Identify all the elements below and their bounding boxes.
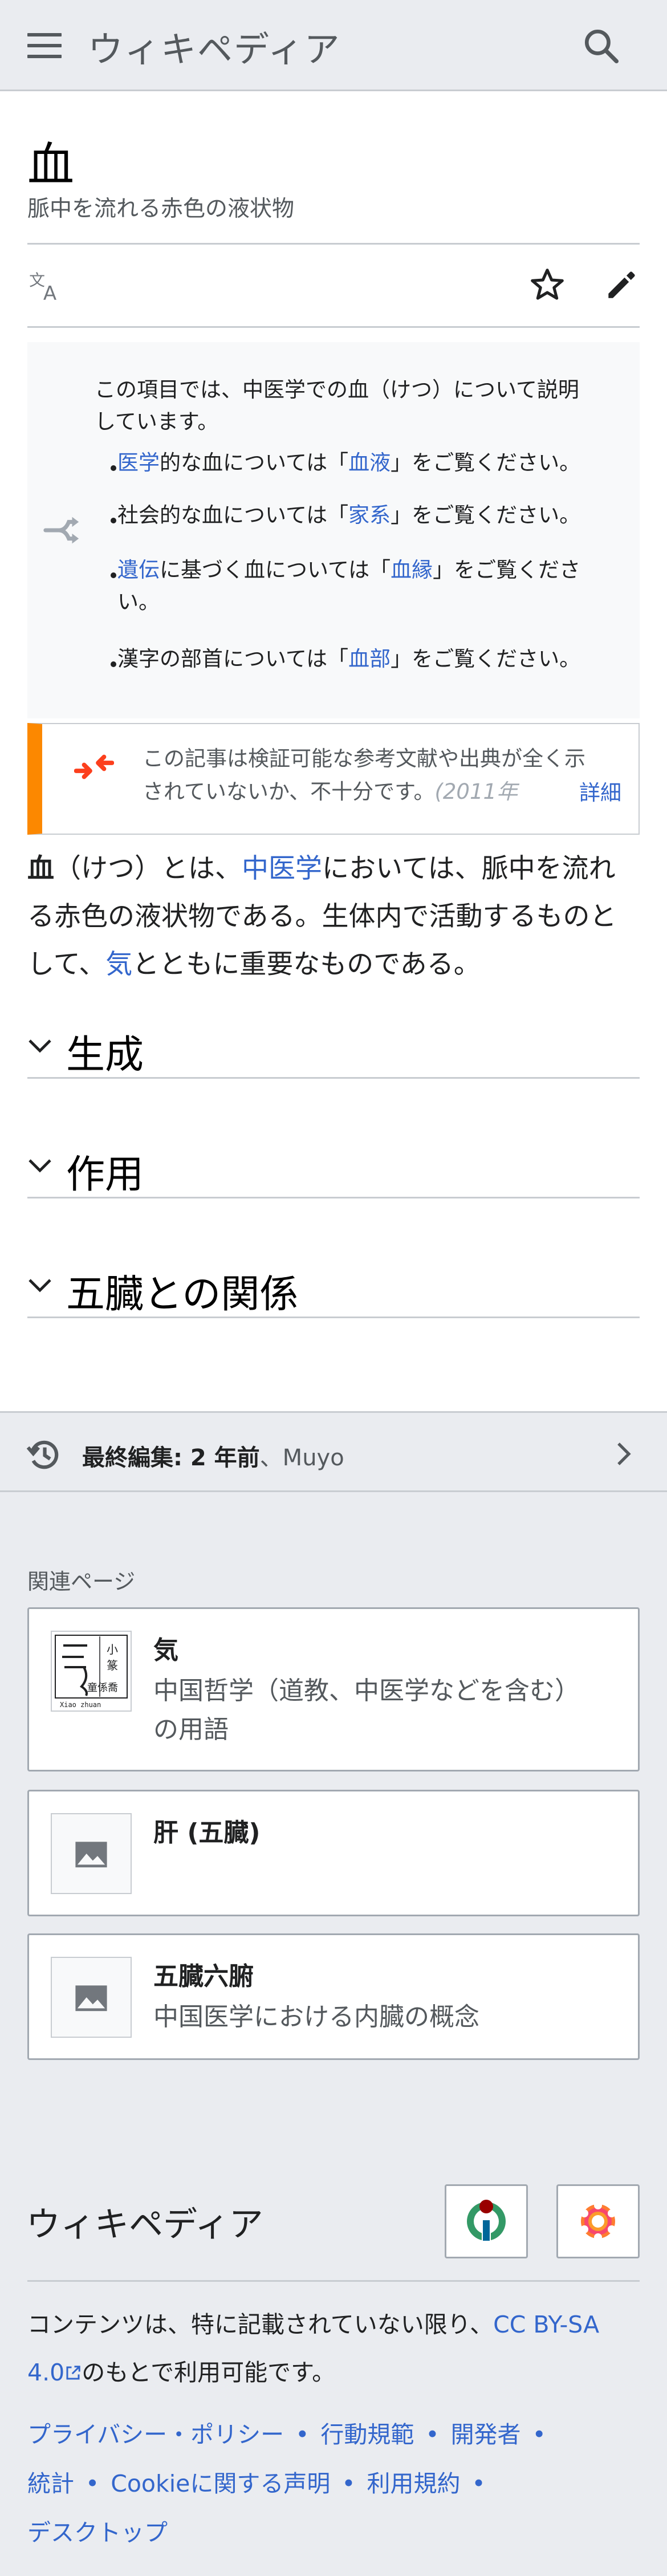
- link[interactable]: 家系: [348, 503, 391, 527]
- chevron-down-icon: [29, 1159, 51, 1173]
- link[interactable]: 血縁: [391, 558, 433, 582]
- link[interactable]: 医学: [117, 450, 160, 475]
- list-item: 社会的な血については「家系」をご覧ください。: [117, 503, 581, 527]
- footer-links: プライバシー・ポリシー • 行動規範 • 開発者 • 統計 • Cookieに関する声明 • 利用規…: [27, 2421, 546, 2546]
- link[interactable]: 血部: [348, 647, 391, 671]
- language-icon[interactable]: 文 A: [27, 268, 63, 303]
- page-title: 血: [27, 138, 75, 192]
- svg-text:A: A: [43, 282, 57, 303]
- svg-text:文: 文: [29, 271, 45, 290]
- section-title: 五臓との関係: [66, 1272, 299, 1317]
- star-icon[interactable]: [529, 267, 566, 303]
- card-thumbnail: [51, 1813, 132, 1894]
- divider: [27, 243, 640, 245]
- link[interactable]: 気: [105, 949, 132, 980]
- top-bar: ウィキペディア: [0, 0, 667, 91]
- last-edited-bar[interactable]: 最終編集: 2 年前、Muyo: [0, 1411, 667, 1492]
- wikimedia-icon: [467, 2200, 506, 2241]
- license-link[interactable]: CC BY-SA: [493, 2311, 599, 2338]
- divider: [27, 2280, 640, 2282]
- card-thumbnail: 小 篆 童係喬 Xiao zhuan: [51, 1631, 132, 1712]
- section-sayou[interactable]: 作用: [27, 1130, 640, 1198]
- card-thumbnail: [51, 1957, 132, 2038]
- card-description: 中国医学における内臓の概念: [153, 2002, 479, 2031]
- card-description: 中国哲学（道教、中医学などを含む） の用語: [153, 1676, 580, 1744]
- svg-text:篆: 篆: [107, 1659, 118, 1672]
- history-icon: [26, 1440, 59, 1469]
- card-title: 五臓六腑: [153, 1962, 254, 1991]
- lead-paragraph: 血（けつ）とは、中医学においては、脈中を流れ る赤色の液状物である。生体内で活動す…: [27, 853, 617, 980]
- svg-text:童係喬: 童係喬: [87, 1682, 118, 1694]
- wikipedia-wordmark[interactable]: ウィキペディア: [88, 21, 341, 72]
- last-edited-text: 最終編集: 2 年前、Muyo: [82, 1445, 344, 1471]
- footer-link-terms[interactable]: 利用規約: [367, 2470, 461, 2497]
- divider: [27, 326, 640, 328]
- chevron-right-icon: [617, 1443, 631, 1465]
- seal-image: 小 篆 童係喬 Xiao zhuan: [55, 1635, 128, 1709]
- list-item: 医学的な血については「血液」をご覧ください。: [117, 450, 581, 475]
- link[interactable]: 血液: [348, 450, 391, 475]
- related-card-kan[interactable]: 肝 (五臓): [27, 1790, 640, 1916]
- chevron-down-icon: [29, 1039, 51, 1053]
- card-title: 気: [153, 1636, 178, 1665]
- disambiguation-icon: [43, 517, 79, 544]
- menu-icon[interactable]: [27, 33, 62, 59]
- footer: 関連ページ 小 篆 童係喬 Xiao zhuan 気 中国哲学（道教、中医学など…: [0, 1492, 667, 2576]
- card-title: 肝 (五臓): [153, 1818, 261, 1847]
- mediawiki-icon: [580, 2201, 616, 2241]
- footer-link-desktop[interactable]: デスクトップ: [27, 2519, 168, 2546]
- list-item: 漢字の部首については「血部」をご覧ください。: [117, 647, 581, 671]
- hatnote-box: この項目では、中医学での血（けつ）について説明 しています。 医学的な血については…: [27, 342, 640, 718]
- edit-icon[interactable]: [603, 268, 638, 303]
- hatnote-intro: この項目では、中医学での血（けつ）について説明 しています。: [95, 377, 579, 434]
- license-link[interactable]: 4.0: [27, 2359, 64, 2386]
- svg-text:Xiao zhuan: Xiao zhuan: [60, 1701, 101, 1709]
- footer-link-code-of-conduct[interactable]: 行動規範: [320, 2421, 414, 2448]
- external-link-icon: [66, 2366, 80, 2380]
- svg-text:小: 小: [107, 1643, 118, 1656]
- search-icon[interactable]: [583, 27, 620, 65]
- section-seisei[interactable]: 生成: [27, 1010, 640, 1079]
- sources-notice[interactable]: この記事は検証可能な参考文献や出典が全く示 されていないか、不十分です。(2011…: [27, 723, 640, 835]
- page-subtitle: 脈中を流れる赤色の液状物: [27, 196, 295, 222]
- link[interactable]: 遺伝: [117, 558, 160, 582]
- license-text: コンテンツは、特に記載されていない限り、CC BY-SA 4.0 のもとで利用可能で…: [27, 2311, 600, 2386]
- footer-link-statistics[interactable]: 統計: [27, 2470, 74, 2497]
- link[interactable]: 中医学: [242, 853, 322, 884]
- footer-link-cookie[interactable]: Cookieに関する声明: [111, 2470, 330, 2497]
- related-pages-heading: 関連ページ: [27, 1569, 136, 1594]
- section-title: 生成: [66, 1033, 144, 1078]
- notice-text: この記事は検証可能な参考文献や出典が全く示 されていないか、不十分です。(2011…: [143, 746, 585, 804]
- image-icon: [75, 1842, 107, 1868]
- related-card-gozouroppu[interactable]: 五臓六腑 中国医学における内臓の概念: [27, 1933, 640, 2060]
- wikimedia-badge[interactable]: [445, 2184, 528, 2258]
- notice-more-link[interactable]: 詳細: [568, 775, 621, 806]
- chevron-down-icon: [29, 1279, 51, 1293]
- list-item: 遺伝に基づく血については「血縁」をご覧くださ い。: [117, 558, 581, 614]
- merge-icon: [74, 754, 114, 779]
- related-card-ki[interactable]: 小 篆 童係喬 Xiao zhuan 気 中国哲学（道教、中医学などを含む） の用…: [27, 1607, 640, 1771]
- section-title: 作用: [66, 1152, 144, 1197]
- mediawiki-badge[interactable]: [556, 2184, 640, 2258]
- image-icon: [75, 1985, 107, 2012]
- footer-link-developers[interactable]: 開発者: [451, 2421, 521, 2448]
- section-gozou[interactable]: 五臓との関係: [27, 1250, 640, 1318]
- footer-link-privacy[interactable]: プライバシー・ポリシー: [27, 2421, 284, 2448]
- footer-wordmark: ウィキペディア: [26, 2205, 263, 2245]
